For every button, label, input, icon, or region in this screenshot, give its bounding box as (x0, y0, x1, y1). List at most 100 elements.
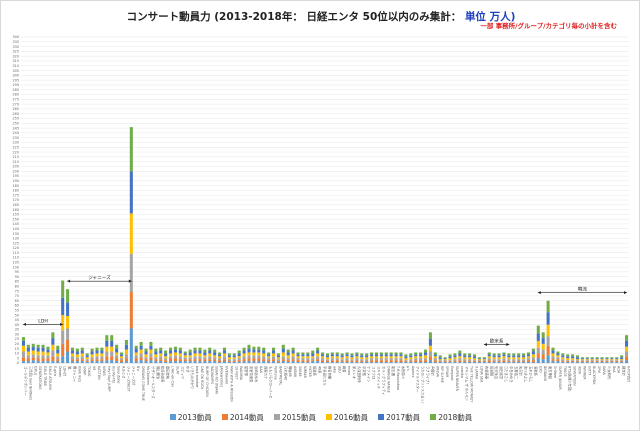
bar-segment (512, 361, 516, 363)
bar-segment (36, 344, 40, 348)
x-tick-label: 平井堅 (362, 366, 367, 377)
bar-segment (473, 356, 477, 359)
x-tick-label: ORANGE RANGE (386, 366, 390, 393)
bar-segment (355, 362, 359, 363)
y-tick-label: 25 (15, 337, 19, 341)
bar-segment (51, 338, 55, 345)
x-tick-label: Aqours (411, 366, 415, 378)
x-tick-label: RIP SLYME (440, 366, 444, 383)
bar-segment (625, 340, 629, 347)
x-tick-label: Perfume (274, 366, 278, 380)
bar-segment (154, 348, 158, 352)
bar-segment (551, 353, 555, 357)
bar-segment (247, 361, 251, 363)
bar-segment (183, 351, 187, 354)
bar-segment (419, 352, 423, 355)
x-tick-label: 10-FEET (234, 366, 238, 380)
bar-segment (227, 359, 231, 362)
x-tick-label: マキシマム ザ ホルモン (465, 366, 470, 402)
bar-segment (242, 347, 246, 351)
bar-segment (311, 360, 315, 362)
bar-segment (51, 344, 55, 351)
bar-segment (585, 357, 589, 359)
bar-segment (242, 356, 246, 360)
bar-segment (531, 351, 535, 355)
bar-segment (100, 356, 104, 360)
x-tick-label: Dream (58, 366, 62, 377)
legend-swatch (326, 414, 332, 420)
bar-segment (365, 362, 369, 363)
bar-segment (419, 360, 423, 363)
x-tick-label: SUPER JUNIOR (558, 366, 562, 390)
bar-segment (291, 353, 295, 357)
bar-segment (507, 361, 511, 363)
bar-segment (595, 360, 599, 362)
bar-segment (262, 361, 266, 363)
bar-segment (119, 354, 124, 357)
bar-segment (21, 351, 25, 358)
bar-segment (610, 362, 614, 363)
y-tick-label: 220 (13, 150, 19, 154)
chart-legend: 2013動員 2014動員 2015動員 2016動員 2017動員 2018動員 (1, 412, 639, 423)
x-tick-label: BABYMETAL (278, 366, 282, 386)
bar-segment (526, 362, 531, 363)
bar-segment (119, 358, 124, 361)
x-tick-label: 声優計 (430, 366, 435, 377)
x-tick-label: WANIMA (239, 366, 243, 381)
y-tick-label: 275 (13, 98, 19, 102)
x-tick-label: うたの☆プリンスさまっ♪ (421, 366, 426, 404)
y-tick-label: 320 (13, 54, 19, 58)
x-tick-label: aiko (332, 366, 336, 373)
bar-segment (458, 358, 462, 361)
bar-segment (443, 359, 447, 361)
bar-segment (482, 361, 486, 363)
bar-segment (453, 353, 457, 356)
bar-segment (374, 352, 379, 355)
bar-segment (90, 357, 94, 360)
bar-segment (522, 357, 526, 360)
bar-segment (159, 361, 163, 363)
x-tick-label: X JAPAN (475, 366, 479, 380)
bar-segment (345, 358, 349, 361)
bar-segment (404, 356, 408, 359)
bar-segment (75, 361, 79, 363)
bar-segment (370, 362, 374, 363)
bar-segment (507, 357, 511, 360)
bar-segment (551, 361, 555, 363)
y-tick-label: 75 (15, 289, 19, 293)
x-tick-label: ポルノグラフィティ (381, 366, 386, 395)
y-tick-label: 45 (15, 318, 19, 322)
x-tick-label: Hey! Say! JUMP (107, 366, 111, 391)
bar-segment (370, 352, 374, 355)
bar-segment (355, 358, 359, 361)
bar-segment (316, 347, 320, 351)
bar-segment (605, 359, 609, 361)
bar-segment (46, 358, 50, 362)
bar-segment (600, 362, 604, 363)
bar-segment (198, 353, 202, 357)
bar-segment (438, 355, 442, 358)
bar-segment (271, 350, 276, 354)
bar-segment (497, 362, 501, 363)
bar-segment (80, 350, 84, 354)
bar-segment (414, 356, 418, 359)
bar-segment (531, 348, 535, 352)
bar-segment (571, 362, 575, 363)
bar-segment (105, 351, 109, 357)
bar-segment (345, 362, 349, 363)
y-tick-label: 270 (13, 102, 19, 106)
bar-segment (159, 356, 163, 360)
bar-segment (610, 360, 614, 362)
bar-segment (399, 356, 403, 359)
bar-segment (237, 356, 241, 359)
bar-segment (556, 351, 560, 354)
bar-segment (296, 362, 300, 363)
bar-segment (41, 358, 45, 362)
bar-segment (360, 353, 364, 356)
bar-segment (286, 352, 290, 356)
bar-segment (173, 346, 177, 350)
bar-segment (546, 324, 550, 337)
bar-segment (335, 360, 339, 363)
bar-segment (404, 362, 408, 363)
bar-segment (458, 353, 462, 357)
